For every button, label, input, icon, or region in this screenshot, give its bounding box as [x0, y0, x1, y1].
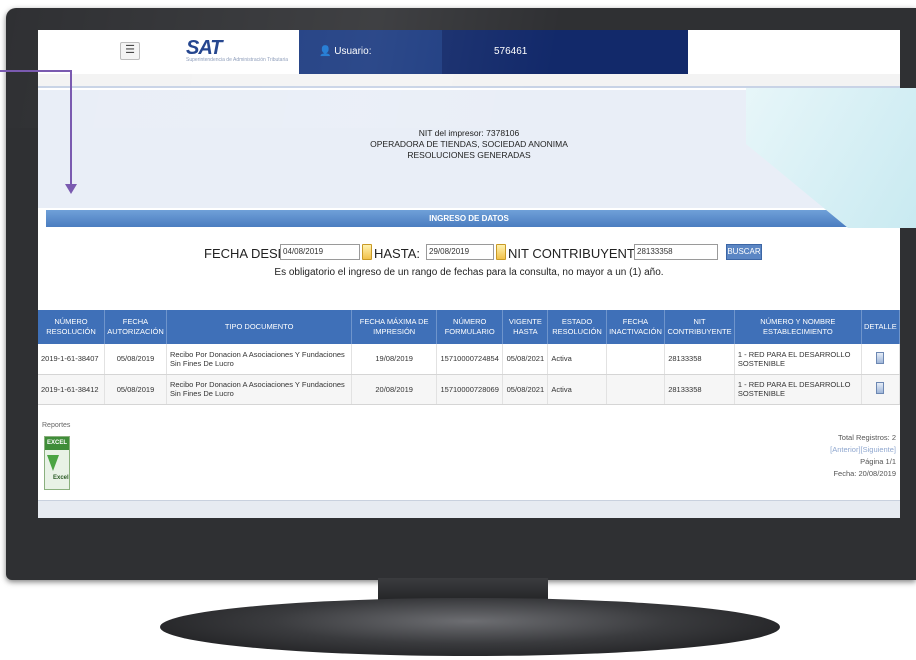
resoluciones-table: NÚMERO RESOLUCIÓN FECHA AUTORIZACIÓN TIP… — [38, 310, 900, 405]
user-label-box: 👤 Usuario: — [299, 30, 442, 74]
screen-bottom-bar — [38, 500, 900, 518]
excel-top-label: EXCEL — [45, 437, 69, 450]
user-value-box: 576461 — [442, 30, 688, 74]
col-fecha-inactivacion[interactable]: FECHA INACTIVACIÓN — [606, 310, 666, 344]
nit-contribuyente-label: NIT CONTRIBUYENTE: — [508, 246, 648, 261]
table-row: 2019-1-61-38412 05/08/2019 Recibo Por Do… — [38, 374, 900, 405]
col-numero-nombre-establecimiento[interactable]: NÚMERO Y NOMBRE ESTABLECIMIENTO — [734, 310, 862, 344]
buscar-button[interactable]: BUSCAR — [726, 244, 762, 260]
cell-vigente-hasta: 05/08/2021 — [502, 344, 549, 375]
document-detail-icon[interactable] — [876, 382, 885, 394]
pagination-info: Total Registros: 2 [Anterior][Siguiente]… — [830, 432, 896, 480]
cell-fecha-inactivacion — [606, 374, 666, 405]
cell-nit: 28133358 — [664, 374, 735, 405]
logo-subtitle: Superintendencia de Administración Tribu… — [186, 57, 289, 63]
col-fecha-maxima-impresion[interactable]: FECHA MÁXIMA DE IMPRESIÓN — [351, 310, 437, 344]
cell-nit: 28133358 — [664, 344, 735, 375]
sat-logo[interactable]: SAT Superintendencia de Administración T… — [186, 37, 288, 63]
cell-tipo-documento: Recibo Por Donacion A Asociaciones Y Fun… — [166, 344, 353, 375]
col-vigente-hasta[interactable]: VIGENTE HASTA — [502, 310, 549, 344]
col-tipo-documento[interactable]: TIPO DOCUMENTO — [166, 310, 353, 344]
cell-numero-formulario: 15710000724854 — [436, 344, 504, 375]
calendar-icon[interactable] — [362, 244, 372, 260]
col-nit-contribuyente[interactable]: NIT CONTRIBUYENTE — [664, 310, 735, 344]
cell-estado: Activa — [547, 374, 607, 405]
download-arrow-icon — [47, 455, 59, 471]
monitor-base — [160, 598, 780, 656]
arrow-down-icon — [65, 184, 77, 194]
excel-export-icon[interactable]: EXCEL Excel — [44, 436, 70, 490]
cell-detalle — [861, 374, 900, 405]
table-row: 2019-1-61-38407 05/08/2019 Recibo Por Do… — [38, 344, 900, 375]
excel-label: Excel — [53, 475, 69, 481]
col-detalle[interactable]: DETALLE — [861, 310, 900, 344]
hasta-label: HASTA: — [374, 246, 420, 261]
hamburger-icon: ☰ — [125, 44, 135, 56]
col-numero-formulario[interactable]: NÚMERO FORMULARIO — [436, 310, 504, 344]
col-estado-resolucion[interactable]: ESTADO RESOLUCIÓN — [547, 310, 607, 344]
col-fecha-autorizacion[interactable]: FECHA AUTORIZACIÓN — [104, 310, 167, 344]
user-icon: 👤 — [319, 46, 332, 57]
pagina-indicator: Página 1/1 — [860, 457, 896, 466]
callout-arrow-line — [0, 70, 72, 72]
user-label: Usuario: — [334, 46, 372, 57]
nit-contribuyente-input[interactable]: 28133358 — [634, 244, 718, 260]
document-detail-icon[interactable] — [876, 351, 885, 364]
cell-numero-resolucion: 2019-1-61-38407 — [38, 344, 105, 375]
stage: ☰ SAT Superintendencia de Administración… — [0, 0, 916, 660]
hasta-input[interactable]: 29/08/2019 — [426, 244, 494, 260]
section-header: INGRESO DE DATOS — [46, 210, 892, 227]
cell-vigente-hasta: 05/08/2021 — [502, 374, 549, 405]
table-header-row: NÚMERO RESOLUCIÓN FECHA AUTORIZACIÓN TIP… — [38, 310, 900, 344]
cell-establecimiento: 1 - RED PARA EL DESARROLLO SOSTENIBLE — [734, 374, 862, 405]
cell-detalle — [861, 344, 900, 375]
cell-estado: Activa — [547, 344, 607, 375]
total-registros: Total Registros: 2 — [838, 433, 896, 442]
fecha-footer: Fecha: 20/08/2019 — [833, 469, 896, 478]
calendar-icon[interactable] — [496, 244, 506, 260]
cell-fecha-autorizacion: 05/08/2019 — [104, 374, 167, 405]
date-range-notice: Es obligatorio el ingreso de un rango de… — [274, 267, 664, 278]
top-bar: ☰ SAT Superintendencia de Administración… — [38, 30, 900, 74]
table-footer: Reportes EXCEL Excel Total Registros: 2 … — [38, 422, 900, 492]
callout-arrow-line — [70, 70, 72, 186]
cell-numero-resolucion: 2019-1-61-38412 — [38, 374, 105, 405]
cell-numero-formulario: 15710000728069 — [436, 374, 504, 405]
logo-text: SAT — [186, 37, 223, 59]
cell-fecha-autorizacion: 05/08/2019 — [104, 344, 167, 375]
fecha-desde-input[interactable]: 04/08/2019 — [280, 244, 360, 260]
cell-tipo-documento: Recibo Por Donacion A Asociaciones Y Fun… — [166, 374, 353, 405]
header-divider — [38, 74, 900, 88]
search-form: FECHA DESDE: 04/08/2019 HASTA: 29/08/201… — [38, 244, 900, 264]
menu-button[interactable]: ☰ — [120, 42, 140, 60]
pagination-nav[interactable]: [Anterior][Siguiente] — [830, 444, 896, 456]
col-numero-resolucion[interactable]: NÚMERO RESOLUCIÓN — [38, 310, 105, 344]
cell-fecha-inactivacion — [606, 344, 666, 375]
cell-establecimiento: 1 - RED PARA EL DESARROLLO SOSTENIBLE — [734, 344, 862, 375]
user-value: 576461 — [494, 46, 528, 57]
reportes-label: Reportes — [42, 422, 71, 429]
cell-fecha-maxima: 20/08/2019 — [351, 374, 437, 405]
cell-fecha-maxima: 19/08/2019 — [351, 344, 437, 375]
